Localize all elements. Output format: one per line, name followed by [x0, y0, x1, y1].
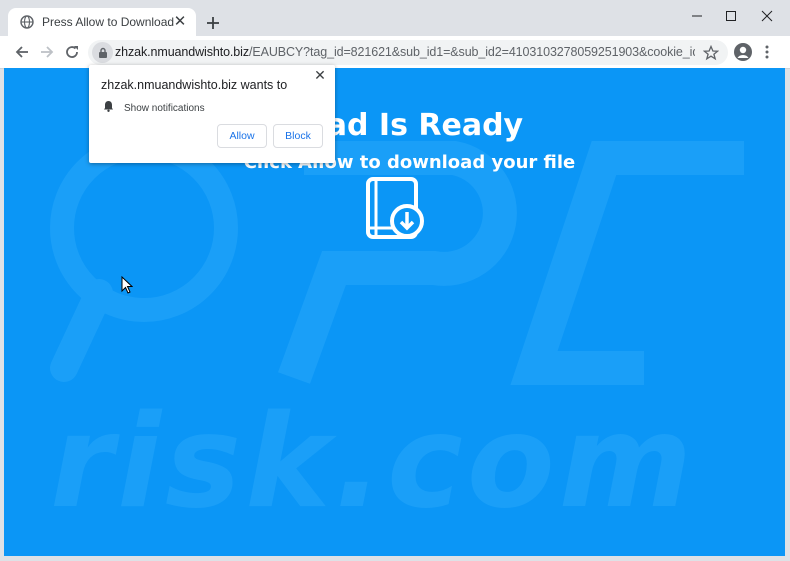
lock-icon[interactable]: [92, 42, 113, 63]
globe-icon: [20, 15, 34, 29]
tab-title: Press Allow to Download: [42, 15, 175, 29]
url-text: zhzak.nmuandwishto.biz/EAUBCY?tag_id=821…: [115, 45, 695, 59]
back-arrow-icon[interactable]: [12, 42, 32, 62]
close-window-icon[interactable]: [750, 6, 784, 26]
mouse-cursor-icon: [121, 276, 133, 294]
browser-window: Press Allow to Download ✕ zhzak.nmuandwi…: [0, 0, 790, 561]
maximize-icon[interactable]: [714, 6, 748, 26]
new-tab-plus-icon[interactable]: [203, 13, 223, 33]
download-book-icon: [366, 177, 424, 239]
watermark-text: risk.com: [50, 388, 697, 537]
address-bar[interactable]: zhzak.nmuandwishto.biz/EAUBCY?tag_id=821…: [88, 40, 728, 65]
url-path: /EAUBCY?tag_id=821621&sub_id1=&sub_id2=4…: [248, 45, 695, 59]
allow-button[interactable]: Allow: [217, 124, 267, 148]
bookmark-star-icon[interactable]: [701, 43, 721, 63]
forward-arrow-icon[interactable]: [37, 42, 57, 62]
tab-active[interactable]: Press Allow to Download ✕: [8, 8, 196, 36]
tab-strip: Press Allow to Download ✕: [0, 0, 790, 36]
permission-row: Show notifications: [103, 99, 205, 117]
bell-icon: [103, 99, 114, 117]
url-host: zhzak.nmuandwishto.biz: [115, 45, 249, 59]
popup-close-icon[interactable]: ✕: [313, 68, 327, 82]
notification-permission-popup: zhzak.nmuandwishto.biz wants to ✕ Show n…: [89, 65, 335, 163]
minimize-icon[interactable]: [680, 6, 714, 26]
tab-close-icon[interactable]: ✕: [172, 14, 188, 30]
menu-dots-icon[interactable]: [760, 42, 774, 62]
permission-label: Show notifications: [124, 102, 205, 114]
popup-title: zhzak.nmuandwishto.biz wants to: [101, 78, 288, 92]
reload-icon[interactable]: [62, 42, 82, 62]
profile-avatar-icon[interactable]: [733, 42, 753, 62]
block-button[interactable]: Block: [273, 124, 323, 148]
